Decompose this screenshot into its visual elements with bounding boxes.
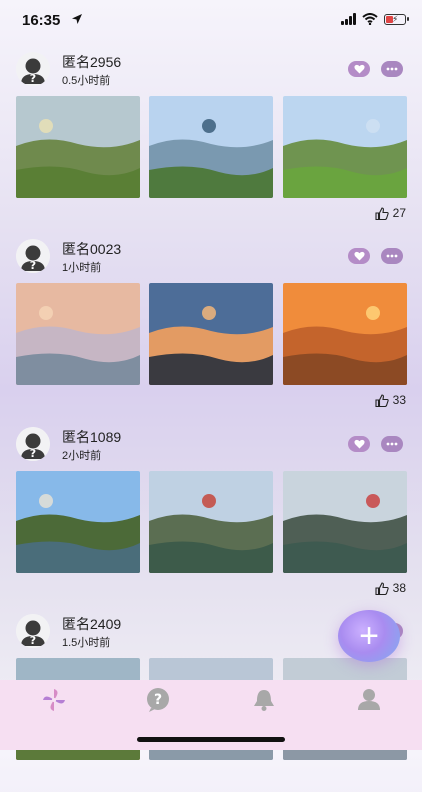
post-photo[interactable] xyxy=(16,471,140,573)
status-bar: 16:35 ⚡ xyxy=(0,0,422,40)
heart-icon xyxy=(353,251,365,261)
question-bubble-icon: ? xyxy=(147,688,169,712)
post-photo[interactable] xyxy=(149,96,273,198)
battery-icon: ⚡ xyxy=(384,13,409,25)
photo-image xyxy=(283,283,407,385)
pinwheel-icon xyxy=(43,689,65,711)
username: 匿名0023 xyxy=(62,241,122,257)
more-options-button[interactable] xyxy=(381,248,403,264)
heart-icon xyxy=(353,439,365,449)
like-count: 33 xyxy=(392,393,406,407)
heart-icon xyxy=(353,64,365,74)
tab-questions[interactable]: ? xyxy=(144,686,172,714)
svg-text:?: ? xyxy=(30,259,36,272)
post-photo[interactable] xyxy=(149,283,273,385)
tab-notifications[interactable] xyxy=(250,686,278,714)
avatar[interactable]: ? xyxy=(16,239,50,273)
post-time: 0.5小时前 xyxy=(62,75,111,87)
photo-image xyxy=(149,283,273,385)
anonymous-avatar-icon: ? xyxy=(16,614,50,648)
more-options-button[interactable] xyxy=(381,436,403,452)
more-options-button[interactable] xyxy=(381,61,403,77)
post-time: 2小时前 xyxy=(62,450,102,462)
photo-image xyxy=(283,96,407,198)
anonymous-avatar-icon: ? xyxy=(16,52,50,86)
post-time: 1小时前 xyxy=(62,262,102,274)
favorite-button[interactable] xyxy=(348,61,370,77)
location-arrow-icon xyxy=(72,14,82,24)
svg-text:?: ? xyxy=(30,634,36,647)
photo-image xyxy=(16,283,140,385)
more-icon xyxy=(386,442,398,446)
photo-image xyxy=(149,96,273,198)
like-count: 27 xyxy=(392,206,406,220)
thumbs-up-icon xyxy=(375,393,389,407)
photo-image xyxy=(16,96,140,198)
status-time: 16:35 xyxy=(22,12,61,29)
plus-icon: + xyxy=(359,617,379,655)
avatar[interactable]: ? xyxy=(16,427,50,461)
add-post-button[interactable]: + xyxy=(338,610,400,662)
favorite-button[interactable] xyxy=(348,248,370,264)
tab-profile[interactable] xyxy=(355,686,383,714)
signal-icon xyxy=(341,13,356,25)
post-photo[interactable] xyxy=(149,471,273,573)
avatar[interactable]: ? xyxy=(16,614,50,648)
more-icon xyxy=(386,67,398,71)
post-photo[interactable] xyxy=(283,96,407,198)
bell-icon xyxy=(254,690,274,711)
like-button[interactable]: 27 xyxy=(375,206,406,220)
post-photo[interactable] xyxy=(283,283,407,385)
photo-image xyxy=(16,471,140,573)
thumbs-up-icon xyxy=(375,206,389,220)
username: 匿名1089 xyxy=(62,429,122,445)
like-button[interactable]: 38 xyxy=(375,581,406,595)
svg-text:?: ? xyxy=(30,72,36,85)
more-icon xyxy=(386,254,398,258)
avatar[interactable]: ? xyxy=(16,52,50,86)
thumbs-up-icon xyxy=(375,581,389,595)
home-indicator xyxy=(137,737,285,742)
post-card: ? 匿名0023 1小时前 33 xyxy=(0,237,422,417)
like-count: 38 xyxy=(392,581,406,595)
post-time: 1.5小时前 xyxy=(62,637,111,649)
profile-icon xyxy=(358,689,380,710)
post-card: ? 匿名2956 0.5小时前 27 xyxy=(0,50,422,230)
anonymous-avatar-icon: ? xyxy=(16,427,50,461)
post-card: ? 匿名1089 2小时前 38 xyxy=(0,425,422,605)
tab-home[interactable] xyxy=(40,686,68,714)
photo-image xyxy=(149,471,273,573)
post-photo[interactable] xyxy=(16,96,140,198)
anonymous-avatar-icon: ? xyxy=(16,239,50,273)
photo-image xyxy=(283,471,407,573)
post-photo[interactable] xyxy=(16,283,140,385)
username: 匿名2409 xyxy=(62,616,122,632)
username: 匿名2956 xyxy=(62,54,122,70)
favorite-button[interactable] xyxy=(348,436,370,452)
status-indicators: ⚡ xyxy=(341,13,409,25)
like-button[interactable]: 33 xyxy=(375,393,406,407)
svg-text:?: ? xyxy=(30,447,36,460)
post-photo[interactable] xyxy=(283,471,407,573)
wifi-icon xyxy=(362,13,378,25)
svg-text:?: ? xyxy=(154,692,162,708)
